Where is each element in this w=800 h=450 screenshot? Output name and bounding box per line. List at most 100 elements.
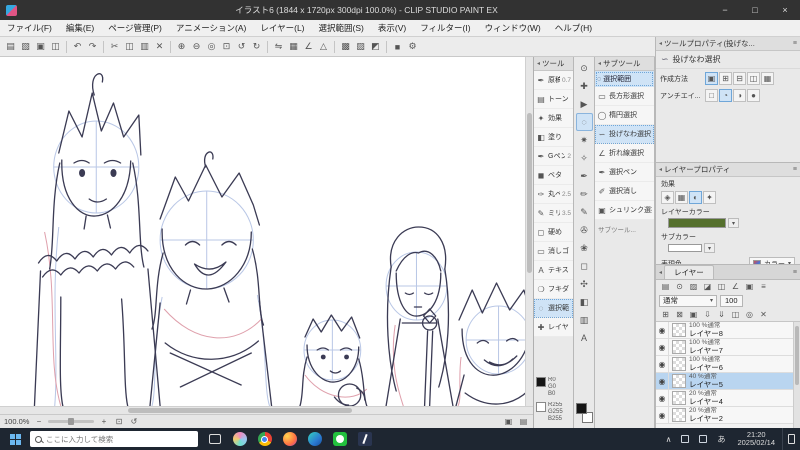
menu-item[interactable]: フィルター(I) [413,20,477,37]
task-view-button[interactable] [202,428,227,450]
eyedropper-tool[interactable]: ✧ [576,149,593,167]
network-icon[interactable] [676,428,694,450]
search-input[interactable] [46,434,193,444]
subtool-nuri[interactable]: ◧ 塗り [534,128,573,147]
layer-visibility-eye-icon[interactable]: ◉ [656,406,669,424]
transfer-down-icon[interactable]: ⇩ [701,309,714,320]
pencil-tool[interactable]: ✏ [576,185,593,203]
subtool-group-selection[interactable]: ◌ 選択範囲 [595,71,654,87]
menu-item[interactable]: 選択範囲(S) [312,20,371,37]
pen-tool[interactable]: ✒ [576,167,593,185]
rotate-right-button[interactable]: ↻ [249,39,264,55]
auto-select-tool[interactable]: ✷ [576,131,593,149]
add-selection-option[interactable]: ⊞ [719,72,732,85]
layer-visibility-eye-icon[interactable]: ◉ [656,322,669,339]
collapse-icon[interactable]: ◂ [659,40,662,47]
zoom-in-button[interactable]: ⊕ [174,39,189,55]
undo-button[interactable]: ↶ [70,39,85,55]
airbrush-tool[interactable]: ✇ [576,221,593,239]
subtool-selection[interactable]: ◌ 選択範囲 [534,299,573,318]
menu-item[interactable]: 表示(V) [371,20,413,37]
select-eraser[interactable]: ✐ 選択消し [595,182,654,201]
separator[interactable] [383,39,390,55]
canvas-viewport[interactable] [0,57,533,406]
aa-middle-option[interactable]: ◑ [733,89,746,102]
snap-ruler-button[interactable]: ∠ [301,39,316,55]
layer-lock-transparent-icon[interactable]: ◪ [701,281,714,292]
subtool-balloon[interactable]: ❍ フキダシ [534,280,573,299]
export-button[interactable]: ◫ [48,39,63,55]
layer-visibility-eye-icon[interactable]: ◉ [656,389,669,407]
subtool-footer[interactable]: サブツール... [595,220,654,238]
cut-button[interactable]: ✂ [107,39,122,55]
layer-opacity-field[interactable]: 100 [720,294,743,307]
layer-mask-icon[interactable]: ◫ [715,281,728,292]
subtool-beta[interactable]: ◼ ベタ [534,166,573,185]
selection-launcher-icon[interactable]: ▣ [503,416,514,427]
layer-thumbnail[interactable] [672,374,686,388]
blend-mode-dropdown[interactable]: 通常 ▾ [659,294,717,307]
xor-selection-option[interactable]: ▦ [761,72,774,85]
subtool-tone[interactable]: ▤ トーン [534,90,573,109]
layer-visibility-eye-icon[interactable]: ◉ [656,372,669,390]
edge-button[interactable] [302,428,327,450]
tone-effect-option[interactable]: ▦ [675,191,688,204]
layer-row[interactable]: ◉ 100 %通常 レイヤー6 [656,355,793,373]
background-color-swatch[interactable] [536,402,546,412]
create-mask-icon[interactable]: ◫ [729,309,742,320]
snap-grid-button[interactable]: △ [316,39,331,55]
subtool-milli-pen[interactable]: ✎ ミリペン 3.5 [534,204,573,223]
delete-layer-icon[interactable]: ✕ [757,309,770,320]
main-color-swatch[interactable] [575,403,587,414]
layer-search-icon[interactable]: ⊙ [673,281,686,292]
chrome-button[interactable] [252,428,277,450]
separator[interactable] [100,39,107,55]
layer-thumbnail[interactable] [672,323,686,337]
zoom-100-button[interactable]: ◎ [204,39,219,55]
collapse-icon[interactable]: ◂ [537,60,540,67]
taskbar-search[interactable] [30,431,198,447]
hidden-icons-chevron[interactable]: ∧ [661,428,677,450]
subtract-selection-option[interactable]: ⊟ [733,72,746,85]
tab-layers[interactable]: レイヤー [664,265,714,279]
sub-color-swatch[interactable] [668,244,702,252]
collapse-icon[interactable]: ◂ [659,166,662,173]
apply-mask-icon[interactable]: ◎ [743,309,756,320]
layer-thumbnail[interactable] [672,408,686,422]
reset-rotation-icon[interactable]: ↺ [128,416,139,427]
move-tool[interactable]: ✚ [576,77,593,95]
maximize-button[interactable]: □ [740,0,770,20]
close-button[interactable]: × [770,0,800,20]
subtool-g-pen[interactable]: ✒ Gペン 2 [534,147,573,166]
start-button[interactable] [0,428,30,450]
merge-down-icon[interactable]: ⇓ [715,309,728,320]
notification-center-button[interactable] [782,428,800,450]
eraser-tool[interactable]: ◻ [576,257,593,275]
menu-item[interactable]: ファイル(F) [0,20,59,37]
menu-item[interactable]: アニメーション(A) [169,20,254,37]
border-effect-option[interactable]: ◈ [661,191,674,204]
layer-menu-icon[interactable]: ≡ [757,281,770,292]
new-selection-option[interactable]: ▣ [705,72,718,85]
polyline-select[interactable]: ∠ 折れ線選択 [595,144,654,163]
flip-horizontal-button[interactable]: ⇋ [271,39,286,55]
current-color-swatch[interactable]: ■ [390,39,405,55]
layer-row[interactable]: ◉ 40 %通常 レイヤー5 [656,372,793,390]
layer-thumbnail[interactable] [672,340,686,354]
rotate-left-button[interactable]: ↺ [234,39,249,55]
copy-button[interactable]: ◫ [122,39,137,55]
layer-row[interactable]: ◉ 20 %通常 レイヤー4 [656,389,793,407]
scrollbar-handle[interactable] [527,112,532,274]
separator[interactable] [63,39,70,55]
subtool-maru-pen[interactable]: ✑ 丸ペン 2.5 [534,185,573,204]
blend-tool[interactable]: ✣ [576,275,593,293]
grid-button[interactable]: ▦ [286,39,301,55]
separator[interactable] [264,39,271,55]
menu-item[interactable]: 編集(E) [59,20,101,37]
subtool-text[interactable]: A テキスト [534,261,573,280]
invert-selection-button[interactable]: ◩ [368,39,383,55]
canvas-vertical-scrollbar[interactable] [525,57,533,406]
line-button[interactable] [327,428,352,450]
layer-row[interactable]: ◉ 100 %通常 レイヤー7 [656,338,793,356]
select-all-button[interactable]: ▩ [338,39,353,55]
